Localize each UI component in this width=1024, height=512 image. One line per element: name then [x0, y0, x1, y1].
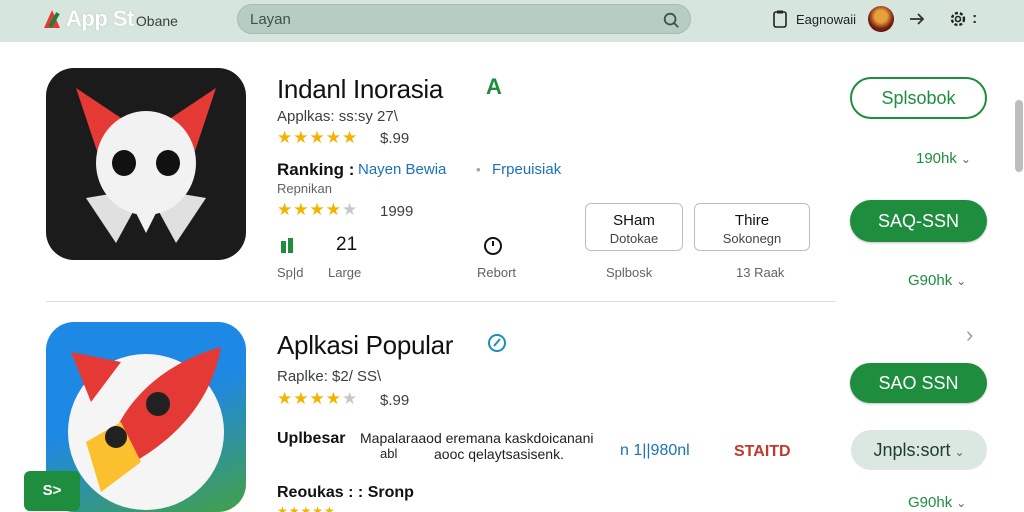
info-box-1[interactable]: SHam Dotokae: [585, 203, 683, 251]
logo-subtext: Obane: [135, 13, 178, 29]
get-button-2[interactable]: SAO SSN: [850, 363, 987, 403]
download-count-2-text: G90hk: [908, 272, 953, 289]
chevron-right-icon[interactable]: ›: [966, 322, 973, 348]
get-button-1[interactable]: SAQ-SSN: [850, 200, 987, 242]
chevron-down-icon: ⌄: [956, 274, 967, 288]
bottom-label: Reoukas : : Sronp: [277, 484, 414, 501]
install-sort-button[interactable]: Jnpls:sort ⌄: [851, 430, 987, 470]
app-title-1[interactable]: Indanl Inorasia: [277, 74, 443, 105]
row-text-2: aooc qelaytsasisenk.: [434, 446, 564, 462]
row-label: Uplbesar: [277, 430, 346, 447]
chevron-down-icon: ⌄: [954, 445, 965, 459]
app-price-1: $.99: [380, 130, 410, 147]
chart-icon: [281, 238, 293, 253]
info-box-2-title: Thire: [734, 212, 770, 229]
app-icon-1[interactable]: [46, 68, 246, 260]
stat-label-3: Rebort: [477, 265, 517, 280]
download-count-1-text: 190hk: [916, 150, 957, 167]
row-text-2-prefix: abl: [380, 446, 398, 461]
rating-stars-1b: ★★★★★: [277, 200, 359, 219]
app-badge-icon: A: [486, 74, 502, 99]
ranking-label: Ranking :: [277, 160, 355, 179]
user-name[interactable]: Eagnowaii: [796, 12, 856, 27]
more-icon[interactable]: :: [972, 10, 977, 28]
secondary-price: 1999: [380, 203, 414, 220]
app-subtitle-1: Applkas: ss:sy 27\: [277, 108, 398, 125]
ranking-link-1[interactable]: Nayen Bewia: [358, 161, 446, 178]
chevron-down-icon: ⌄: [956, 496, 967, 510]
bullet-dot: •: [476, 162, 481, 177]
rating-stars-2b: ★★★★★: [277, 504, 336, 512]
download-count-2[interactable]: G90hk ⌄: [908, 272, 966, 289]
app-title-2[interactable]: Aplkasi Popular: [277, 330, 453, 361]
info-box-2[interactable]: Thire Sokonegn: [694, 203, 810, 251]
info-box-2-sub: Sokonegn: [722, 231, 782, 246]
chevron-down-icon: ⌄: [960, 152, 971, 166]
row-status: STAITD: [734, 443, 791, 460]
search-input[interactable]: Layan: [250, 11, 291, 28]
header-actions: Eagnowaii :: [772, 6, 977, 32]
avatar[interactable]: [868, 6, 894, 32]
divider: [46, 301, 836, 302]
rating-stars-2: ★★★★★: [277, 389, 359, 408]
stat-label-1: Sp|d: [277, 265, 304, 280]
verified-icon: [488, 334, 506, 352]
logo-text: App St: [66, 6, 134, 31]
stat-value-size: 21: [336, 234, 358, 255]
logo-icon: [42, 8, 66, 30]
install-sort-label: Jnpls:sort: [873, 440, 951, 460]
install-button-outline[interactable]: Splsobok: [850, 77, 987, 119]
app-subtitle-2: Raplke: $2/ SS\: [277, 368, 382, 385]
download-count-1[interactable]: 190hk ⌄: [916, 150, 971, 167]
arrow-right-icon[interactable]: [908, 10, 926, 28]
scrollbar-thumb[interactable]: [1015, 100, 1023, 172]
stat-label-5: 13 Raak: [736, 265, 785, 280]
clipboard-icon[interactable]: [772, 10, 788, 28]
clock-icon: [484, 237, 502, 255]
app-store-logo[interactable]: App St Obane: [42, 6, 178, 32]
info-box-1-title: SHam: [613, 212, 655, 229]
ranking-link-2[interactable]: Frpeuisiak: [492, 161, 561, 178]
search-icon[interactable]: [662, 11, 680, 29]
row-link[interactable]: n 1||980nl: [620, 442, 690, 460]
download-count-3[interactable]: G90hk ⌄: [908, 494, 966, 511]
download-count-3-text: G90hk: [908, 494, 953, 511]
secondary-label: Repnikan: [277, 181, 332, 196]
floating-action-button[interactable]: S>: [24, 471, 80, 511]
row-text-1: Mapalaraaod eremana kaskdoicanani: [360, 430, 594, 446]
kitsune-mask-icon: [76, 88, 216, 243]
stat-label-4: Splbosk: [606, 265, 653, 280]
top-bar: App St Obane Layan Eagnowaii :: [0, 0, 1024, 42]
search-bar[interactable]: Layan: [237, 4, 691, 34]
info-box-1-sub: Dotokae: [609, 231, 659, 246]
stat-label-2: Large: [328, 265, 362, 280]
gear-icon[interactable]: [948, 9, 968, 29]
rating-stars-1: ★★★★★: [277, 128, 359, 147]
app-price-2: $.99: [380, 392, 410, 409]
